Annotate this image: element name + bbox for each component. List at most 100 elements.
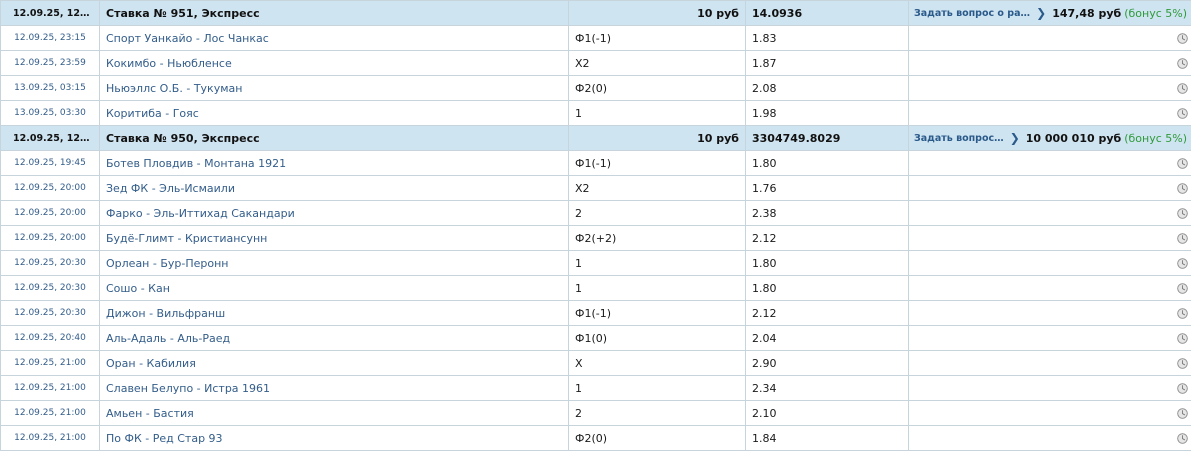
event-row: 12.09.25, 23:15 Спорт Уанкайо - Лос Чанк… <box>1 26 1191 51</box>
clock-icon <box>1177 408 1188 419</box>
clock-icon <box>1177 383 1188 394</box>
bet-date: 12.09.25, 12:11 <box>1 1 100 26</box>
event-outcome: Ф1(0) <box>569 326 746 351</box>
bet-header-row[interactable]: 12.09.25, 12:02 Ставка № 950, Экспресс 1… <box>1 126 1191 151</box>
event-date: 12.09.25, 20:40 <box>1 326 100 351</box>
event-row: 12.09.25, 19:45 Ботев Пловдив - Монтана … <box>1 151 1191 176</box>
event-name[interactable]: По ФК - Ред Стар 93 <box>100 426 569 451</box>
event-row: 12.09.25, 20:00 Будё-Глимт - Кристиансун… <box>1 226 1191 251</box>
bet-action-cell: Задать вопрос о расчёте ❯ 10 000 010 руб… <box>909 126 1191 151</box>
event-outcome: 1 <box>569 251 746 276</box>
event-outcome: 1 <box>569 101 746 126</box>
event-status <box>909 26 1191 51</box>
ask-question-link[interactable]: Задать вопрос о расчёте <box>914 133 1004 144</box>
event-status <box>909 351 1191 376</box>
clock-icon <box>1177 358 1188 369</box>
chevron-right-icon[interactable]: ❯ <box>1010 131 1020 145</box>
event-date: 12.09.25, 20:30 <box>1 251 100 276</box>
event-row: 12.09.25, 21:00 Оран - Кабилия X 2.90 <box>1 351 1191 376</box>
event-coef: 1.80 <box>746 276 909 301</box>
event-name[interactable]: Оран - Кабилия <box>100 351 569 376</box>
bet-payout: 10 000 010 руб <box>1026 132 1121 145</box>
event-row: 12.09.25, 20:40 Аль-Адаль - Аль-Раед Ф1(… <box>1 326 1191 351</box>
clock-icon <box>1177 233 1188 244</box>
event-coef: 1.80 <box>746 151 909 176</box>
bet-title: Ставка № 951, Экспресс <box>100 1 569 26</box>
event-name[interactable]: Аль-Адаль - Аль-Раед <box>100 326 569 351</box>
clock-icon <box>1177 308 1188 319</box>
ask-question-link[interactable]: Задать вопрос о расчёте <box>914 8 1030 19</box>
bet-header-row[interactable]: 12.09.25, 12:11 Ставка № 951, Экспресс 1… <box>1 1 1191 26</box>
event-outcome: X2 <box>569 51 746 76</box>
event-coef: 2.08 <box>746 76 909 101</box>
event-row: 12.09.25, 20:30 Сошо - Кан 1 1.80 <box>1 276 1191 301</box>
event-date: 12.09.25, 23:15 <box>1 26 100 51</box>
event-outcome: Ф2(0) <box>569 76 746 101</box>
event-status <box>909 226 1191 251</box>
event-status <box>909 426 1191 451</box>
event-outcome: Ф1(-1) <box>569 301 746 326</box>
event-outcome: X2 <box>569 176 746 201</box>
event-name[interactable]: Зед ФК - Эль-Исмаили <box>100 176 569 201</box>
event-date: 13.09.25, 03:30 <box>1 101 100 126</box>
clock-icon <box>1177 333 1188 344</box>
event-row: 12.09.25, 23:59 Кокимбо - Ньюбленсе X2 1… <box>1 51 1191 76</box>
event-coef: 1.80 <box>746 251 909 276</box>
clock-icon <box>1177 58 1188 69</box>
chevron-right-icon[interactable]: ❯ <box>1036 6 1046 20</box>
clock-icon <box>1177 33 1188 44</box>
event-name[interactable]: Коритиба - Гояс <box>100 101 569 126</box>
event-name[interactable]: Амьен - Бастия <box>100 401 569 426</box>
event-coef: 1.84 <box>746 426 909 451</box>
event-coef: 2.90 <box>746 351 909 376</box>
event-date: 12.09.25, 20:30 <box>1 301 100 326</box>
event-outcome: Ф1(-1) <box>569 151 746 176</box>
event-outcome: X <box>569 351 746 376</box>
bet-stake: 10 руб <box>569 1 746 26</box>
event-date: 12.09.25, 20:00 <box>1 226 100 251</box>
event-name[interactable]: Фарко - Эль-Иттихад Сакандари <box>100 201 569 226</box>
event-date: 12.09.25, 20:00 <box>1 176 100 201</box>
event-status <box>909 301 1191 326</box>
event-status <box>909 251 1191 276</box>
event-name[interactable]: Кокимбо - Ньюбленсе <box>100 51 569 76</box>
event-status <box>909 176 1191 201</box>
event-outcome: Ф2(+2) <box>569 226 746 251</box>
event-row: 12.09.25, 21:00 Славен Белупо - Истра 19… <box>1 376 1191 401</box>
clock-icon <box>1177 283 1188 294</box>
event-row: 12.09.25, 21:00 По ФК - Ред Стар 93 Ф2(0… <box>1 426 1191 451</box>
bet-stake: 10 руб <box>569 126 746 151</box>
bets-history-table: 12.09.25, 12:11 Ставка № 951, Экспресс 1… <box>0 0 1191 451</box>
event-name[interactable]: Дижон - Вильфранш <box>100 301 569 326</box>
clock-icon <box>1177 83 1188 94</box>
event-outcome: 2 <box>569 401 746 426</box>
event-name[interactable]: Ньюэллс О.Б. - Тукуман <box>100 76 569 101</box>
event-date: 12.09.25, 21:00 <box>1 401 100 426</box>
event-coef: 1.83 <box>746 26 909 51</box>
event-outcome: 1 <box>569 376 746 401</box>
event-date: 12.09.25, 19:45 <box>1 151 100 176</box>
event-name[interactable]: Будё-Глимт - Кристиансунн <box>100 226 569 251</box>
clock-icon <box>1177 158 1188 169</box>
clock-icon <box>1177 433 1188 444</box>
bet-bonus: (бонус 5%) <box>1124 132 1187 145</box>
event-name[interactable]: Ботев Пловдив - Монтана 1921 <box>100 151 569 176</box>
clock-icon <box>1177 183 1188 194</box>
event-status <box>909 51 1191 76</box>
event-coef: 2.12 <box>746 301 909 326</box>
bet-payout: 147,48 руб <box>1052 7 1121 20</box>
event-name[interactable]: Спорт Уанкайо - Лос Чанкас <box>100 26 569 51</box>
event-coef: 2.34 <box>746 376 909 401</box>
event-status <box>909 326 1191 351</box>
event-row: 12.09.25, 20:30 Дижон - Вильфранш Ф1(-1)… <box>1 301 1191 326</box>
event-coef: 1.76 <box>746 176 909 201</box>
event-date: 12.09.25, 21:00 <box>1 376 100 401</box>
event-date: 13.09.25, 03:15 <box>1 76 100 101</box>
event-name[interactable]: Славен Белупо - Истра 1961 <box>100 376 569 401</box>
event-date: 12.09.25, 23:59 <box>1 51 100 76</box>
event-coef: 2.38 <box>746 201 909 226</box>
event-name[interactable]: Сошо - Кан <box>100 276 569 301</box>
bet-total-coef: 3304749.8029 <box>746 126 909 151</box>
event-date: 12.09.25, 20:00 <box>1 201 100 226</box>
event-name[interactable]: Орлеан - Бур-Перонн <box>100 251 569 276</box>
